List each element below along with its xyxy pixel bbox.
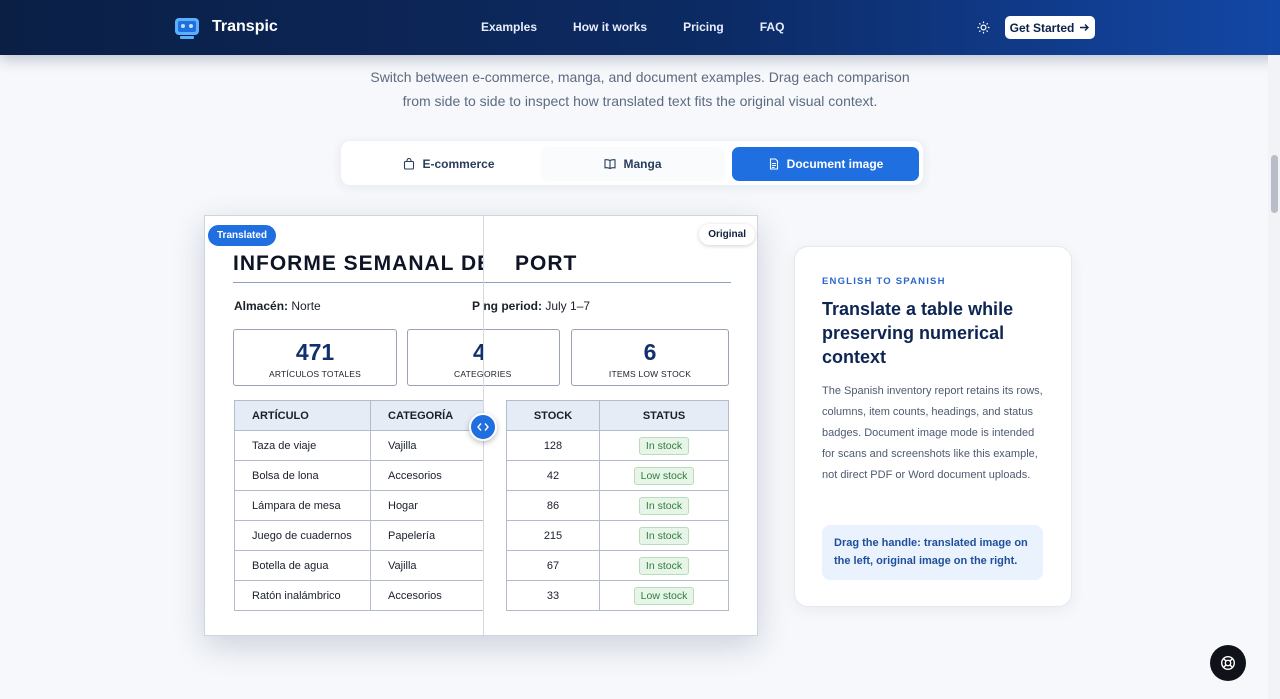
status-badge: In stock — [638, 436, 690, 455]
tab-ecommerce-label: E-commerce — [422, 157, 495, 171]
stat-low-stock-label: ITEMS LOW STOCK — [608, 369, 692, 379]
cell-item: Juego de cuadernos — [234, 520, 371, 551]
status-badge: In stock — [638, 556, 690, 575]
drag-hint-note: Drag the handle: translated image on the… — [822, 525, 1043, 580]
status-badge: In stock — [638, 526, 690, 545]
status-badge: In stock — [638, 496, 690, 515]
help-chat-button[interactable] — [1210, 645, 1246, 681]
original-title: PORT — [515, 252, 578, 275]
warehouse-value: Norte — [291, 299, 321, 313]
scrollbar-thumb[interactable] — [1271, 155, 1278, 213]
warehouse-key: Almacén: — [234, 299, 289, 313]
example-info-card: ENGLISH TO SPANISH Translate a table whi… — [794, 246, 1072, 607]
page-scrollbar[interactable] — [1268, 55, 1280, 699]
get-started-button[interactable]: Get Started — [1005, 16, 1095, 39]
period-key: ing period: — [483, 299, 542, 313]
table-row: 42 Low stock — [506, 460, 729, 491]
nav-faq[interactable]: FAQ — [760, 20, 785, 34]
cell-status: In stock — [599, 550, 729, 581]
table-row: 215 In stock — [506, 520, 729, 551]
theme-toggle-sun-icon[interactable] — [977, 21, 990, 34]
table-row: 33 Low stock — [506, 580, 729, 611]
brand-name: Transpic — [212, 18, 278, 35]
warehouse-meta: Almacén: Norte — [234, 299, 321, 313]
original-badge: Original — [699, 224, 755, 245]
tab-document-image[interactable]: Document image — [732, 147, 919, 181]
column-header-item: ARTÍCULO — [234, 400, 371, 431]
logo-icon — [172, 12, 202, 42]
stat-categories-original: ORIES — [483, 329, 560, 386]
stat-low-stock: 6 ITEMS LOW STOCK — [571, 329, 729, 386]
tab-document-image-label: Document image — [786, 157, 884, 171]
cell-item: Bolsa de lona — [234, 460, 371, 491]
nav-examples[interactable]: Examples — [481, 20, 537, 34]
top-navigation-bar: Transpic Examples How it works Pricing F… — [0, 0, 1280, 55]
info-heading: Translate a table while preserving numer… — [822, 299, 1014, 367]
status-badge: Low stock — [633, 586, 695, 605]
cell-item: Botella de agua — [234, 550, 371, 581]
before-after-comparison[interactable]: INFORME SEMANAL DE Almacén: Norte P 471 … — [204, 215, 758, 636]
tab-manga[interactable]: Manga — [541, 147, 725, 181]
cell-stock: 215 — [506, 520, 600, 551]
column-header-status: STATUS — [599, 400, 729, 431]
comparison-drag-handle[interactable] — [469, 413, 497, 441]
tab-manga-label: Manga — [623, 157, 662, 171]
cell-item: Taza de viaje — [234, 430, 371, 461]
stat-categories-original-label: ORIES — [484, 369, 512, 379]
cell-status: Low stock — [599, 580, 729, 611]
document-icon — [769, 158, 778, 170]
original-image-pane: PORT ing period: July 1–7 ORIES 6 ITEMS … — [483, 216, 757, 635]
table-row: 86 In stock — [506, 490, 729, 521]
document-title: INFORME SEMANAL DE — [233, 252, 493, 275]
stat-total-items: 471 ARTÍCULOS TOTALES — [233, 329, 397, 386]
cell-item: Lámpara de mesa — [234, 490, 371, 521]
lifebuoy-icon — [1220, 655, 1236, 671]
book-icon — [604, 159, 617, 170]
chevrons-left-right-icon — [477, 423, 489, 431]
period-value: July 1–7 — [545, 299, 591, 313]
inventory-table-original: STOCK STATUS 128 In stock 42 Low stock 86 I… — [506, 400, 729, 611]
brand[interactable]: Transpic — [172, 12, 278, 42]
period-meta: ing period: July 1–7 — [483, 299, 590, 313]
table-row: 67 In stock — [506, 550, 729, 581]
get-started-label: Get Started — [1009, 20, 1075, 35]
intro-line-1: Switch between e-commerce, manga, and do… — [370, 69, 910, 85]
original-title-rule — [483, 282, 731, 283]
cell-stock: 86 — [506, 490, 600, 521]
status-badge: Low stock — [633, 466, 695, 485]
period-meta-translated: P — [472, 299, 480, 313]
language-pair-label: ENGLISH TO SPANISH — [822, 276, 946, 287]
nav-pricing[interactable]: Pricing — [683, 20, 724, 34]
arrow-right-icon — [1080, 24, 1090, 31]
info-body: The Spanish inventory report retains its… — [822, 385, 1043, 481]
cell-stock: 33 — [506, 580, 600, 611]
cell-status: In stock — [599, 520, 729, 551]
bag-icon — [404, 158, 415, 170]
translated-badge: Translated — [207, 224, 278, 247]
cell-item: Ratón inalámbrico — [234, 580, 371, 611]
cell-status: Low stock — [599, 460, 729, 491]
cell-status: In stock — [599, 430, 729, 461]
example-tabs: E-commerce Manga Document image — [340, 140, 924, 186]
intro-line-2: from side to side to inspect how transla… — [402, 93, 878, 109]
section-intro: Switch between e-commerce, manga, and do… — [300, 65, 980, 113]
period-key-translated: P — [472, 299, 481, 313]
table-row: 128 In stock — [506, 430, 729, 461]
original-document: PORT ing period: July 1–7 ORIES 6 ITEMS … — [483, 216, 757, 635]
stat-low-stock-number: 6 — [643, 339, 657, 365]
cell-stock: 42 — [506, 460, 600, 491]
nav-how-it-works[interactable]: How it works — [573, 20, 647, 34]
stat-total-items-number: 471 — [295, 339, 335, 365]
main-nav: Examples How it works Pricing FAQ — [481, 20, 784, 34]
cell-stock: 128 — [506, 430, 600, 461]
cell-stock: 67 — [506, 550, 600, 581]
stat-total-items-label: ARTÍCULOS TOTALES — [268, 369, 362, 379]
column-header-stock: STOCK — [506, 400, 600, 431]
cell-status: In stock — [599, 490, 729, 521]
tab-ecommerce[interactable]: E-commerce — [349, 147, 549, 181]
